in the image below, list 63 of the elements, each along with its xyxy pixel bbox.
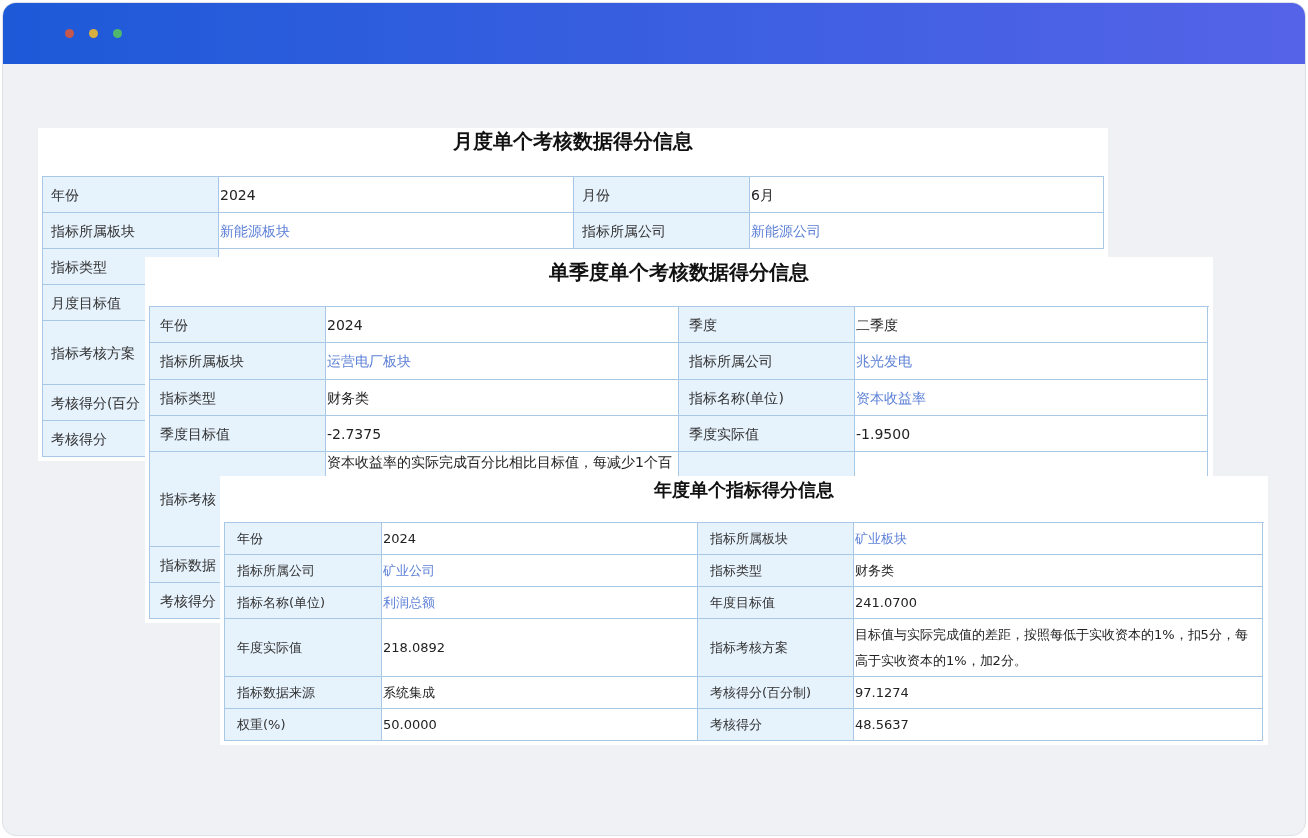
field-label: 指标所属公司 xyxy=(237,561,315,580)
field-value: 50.0000 xyxy=(383,715,437,734)
panel-title: 年度单个指标得分信息 xyxy=(654,478,834,502)
field-value: 97.1274 xyxy=(855,683,909,702)
field-label: 季度 xyxy=(689,315,717,335)
field-value: 2024 xyxy=(220,185,256,205)
field-label: 指标考核 xyxy=(160,490,216,509)
field-label: 考核得分 xyxy=(51,429,107,449)
field-value: 2024 xyxy=(327,315,363,335)
field-value: 目标值与实际完成值的差距，按照每低于实收资本的1%，扣5分，每高于实收资本的1%，加2分。 xyxy=(855,625,1249,670)
panel-title: 月度单个考核数据得分信息 xyxy=(453,128,693,154)
field-link[interactable]: 新能源板块 xyxy=(220,217,290,244)
field-label: 月度目标值 xyxy=(51,293,121,313)
field-link[interactable]: 新能源公司 xyxy=(751,217,821,244)
field-label: 指标所属板块 xyxy=(710,529,788,548)
field-label: 指标考核方案 xyxy=(710,638,788,657)
field-label: 季度实际值 xyxy=(689,424,759,444)
field-value: -1.9500 xyxy=(856,424,911,444)
field-label: 指标类型 xyxy=(51,257,107,277)
field-label: 考核得分 xyxy=(160,591,216,611)
field-label: 年份 xyxy=(160,315,188,335)
field-link[interactable]: 矿业公司 xyxy=(383,557,435,584)
field-label: 考核得分(百分 xyxy=(51,393,141,413)
field-value: 48.5637 xyxy=(855,715,909,734)
field-link[interactable]: 运营电厂板块 xyxy=(327,348,411,374)
field-label: 指标名称(单位) xyxy=(689,388,784,408)
panel-title: 单季度单个考核数据得分信息 xyxy=(549,259,809,286)
field-label: 考核得分(百分制) xyxy=(710,683,812,702)
field-label: 指标名称(单位) xyxy=(237,593,326,612)
field-value: 218.0892 xyxy=(383,638,446,657)
field-value: 2024 xyxy=(383,529,417,548)
field-link[interactable]: 兆光发电 xyxy=(856,348,912,374)
field-label: 指标所属公司 xyxy=(582,221,666,241)
field-label: 指标类型 xyxy=(160,388,216,408)
field-label: 指标所属板块 xyxy=(160,352,244,371)
field-label: 年度目标值 xyxy=(710,593,775,612)
field-label: 指标类型 xyxy=(710,561,762,580)
field-value: 6月 xyxy=(751,185,774,205)
field-link[interactable]: 矿业板块 xyxy=(855,525,907,552)
field-value: 二季度 xyxy=(856,315,898,335)
field-label: 年份 xyxy=(51,185,79,205)
field-link[interactable]: 资本收益率 xyxy=(856,384,926,411)
field-label: 考核得分 xyxy=(710,715,762,734)
close-dot-icon[interactable] xyxy=(65,29,74,38)
field-label: 月份 xyxy=(582,185,610,205)
field-label: 指标数据 xyxy=(160,555,216,575)
field-label: 指标所属板块 xyxy=(51,221,135,241)
minimize-dot-icon[interactable] xyxy=(89,29,98,38)
field-value: 系统集成 xyxy=(383,683,435,702)
field-value: 资本收益率的实际完成百分比相比目标值，每减少1个百 xyxy=(327,453,672,472)
field-link[interactable]: 利润总额 xyxy=(383,589,435,616)
field-label: 年份 xyxy=(237,529,263,548)
field-value: -2.7375 xyxy=(327,424,382,444)
field-label: 指标所属公司 xyxy=(689,352,773,371)
field-label: 年度实际值 xyxy=(237,638,302,657)
field-label: 权重(%) xyxy=(237,715,286,734)
field-value: 财务类 xyxy=(327,388,369,408)
maximize-dot-icon[interactable] xyxy=(113,29,122,38)
field-value: 财务类 xyxy=(855,561,894,580)
field-value: 241.0700 xyxy=(855,593,918,612)
field-label: 季度目标值 xyxy=(160,424,230,444)
field-label: 指标数据来源 xyxy=(237,683,315,702)
field-label: 指标考核方案 xyxy=(51,343,135,363)
